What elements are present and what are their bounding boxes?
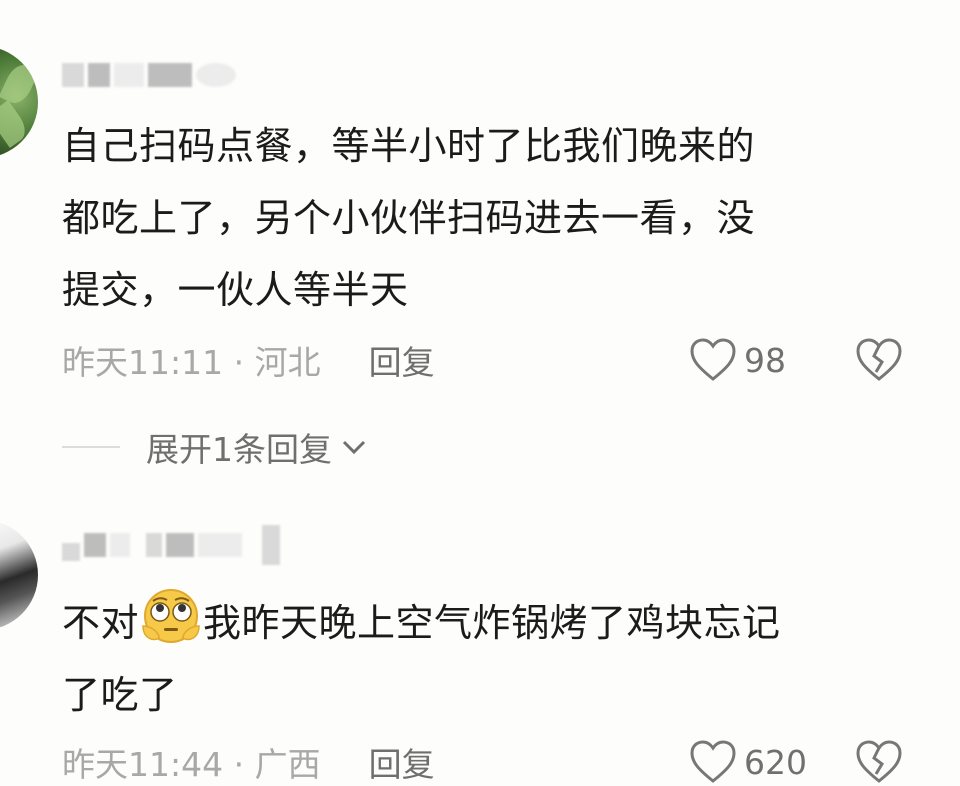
comment-meta: 昨天11:11 · 河北 回复 98	[62, 336, 912, 384]
reply-button[interactable]: 回复	[369, 336, 435, 384]
comment-line: 都吃上了，另个小伙伴扫码进去一看，没	[62, 196, 756, 240]
expand-replies-button[interactable]: 展开1条回复	[62, 422, 370, 472]
comment-line: 不对 我昨天晚上空气炸锅烤了鸡块忘记	[62, 586, 892, 659]
comment-line: 了吃了	[62, 673, 178, 717]
comment-text: 不对 我昨天晚上空气炸锅烤了鸡块忘记 了吃了	[62, 586, 892, 731]
like-button[interactable]: 620	[688, 739, 807, 785]
comment-text-segment: 我昨天晚上空气炸锅烤了鸡块忘记	[203, 601, 781, 645]
divider-line	[62, 446, 120, 448]
comment-line: 提交，一伙人等半天	[62, 268, 409, 312]
broken-heart-icon[interactable]	[854, 739, 904, 785]
user-avatar[interactable]	[0, 520, 38, 630]
avatar-leaf	[0, 100, 32, 148]
user-avatar[interactable]	[0, 46, 38, 158]
comment-text-segment: 不对	[62, 601, 140, 645]
broken-heart-icon[interactable]	[854, 337, 904, 383]
like-button[interactable]: 98	[688, 337, 786, 383]
expand-replies-label: 展开1条回复	[146, 430, 332, 469]
comment-meta: 昨天11:44 · 广西 回复 620	[62, 738, 912, 786]
like-count: 620	[744, 742, 807, 782]
chevron-down-icon	[342, 440, 366, 455]
heart-icon	[690, 740, 736, 783]
heart-icon	[690, 338, 736, 381]
flushed-face-icon	[142, 589, 200, 643]
comment-time-location: 昨天11:44 · 广西	[62, 745, 321, 784]
comment-line: 自己扫码点餐，等半小时了比我们晚来的	[62, 124, 756, 168]
comment-time-location: 昨天11:11 · 河北	[62, 343, 321, 382]
like-count: 98	[744, 340, 786, 380]
reply-button[interactable]: 回复	[369, 738, 435, 786]
username-redacted[interactable]	[62, 62, 236, 88]
username-redacted[interactable]	[62, 525, 280, 565]
comment-text: 自己扫码点餐，等半小时了比我们晚来的 都吃上了，另个小伙伴扫码进去一看，没 提交…	[62, 110, 892, 326]
